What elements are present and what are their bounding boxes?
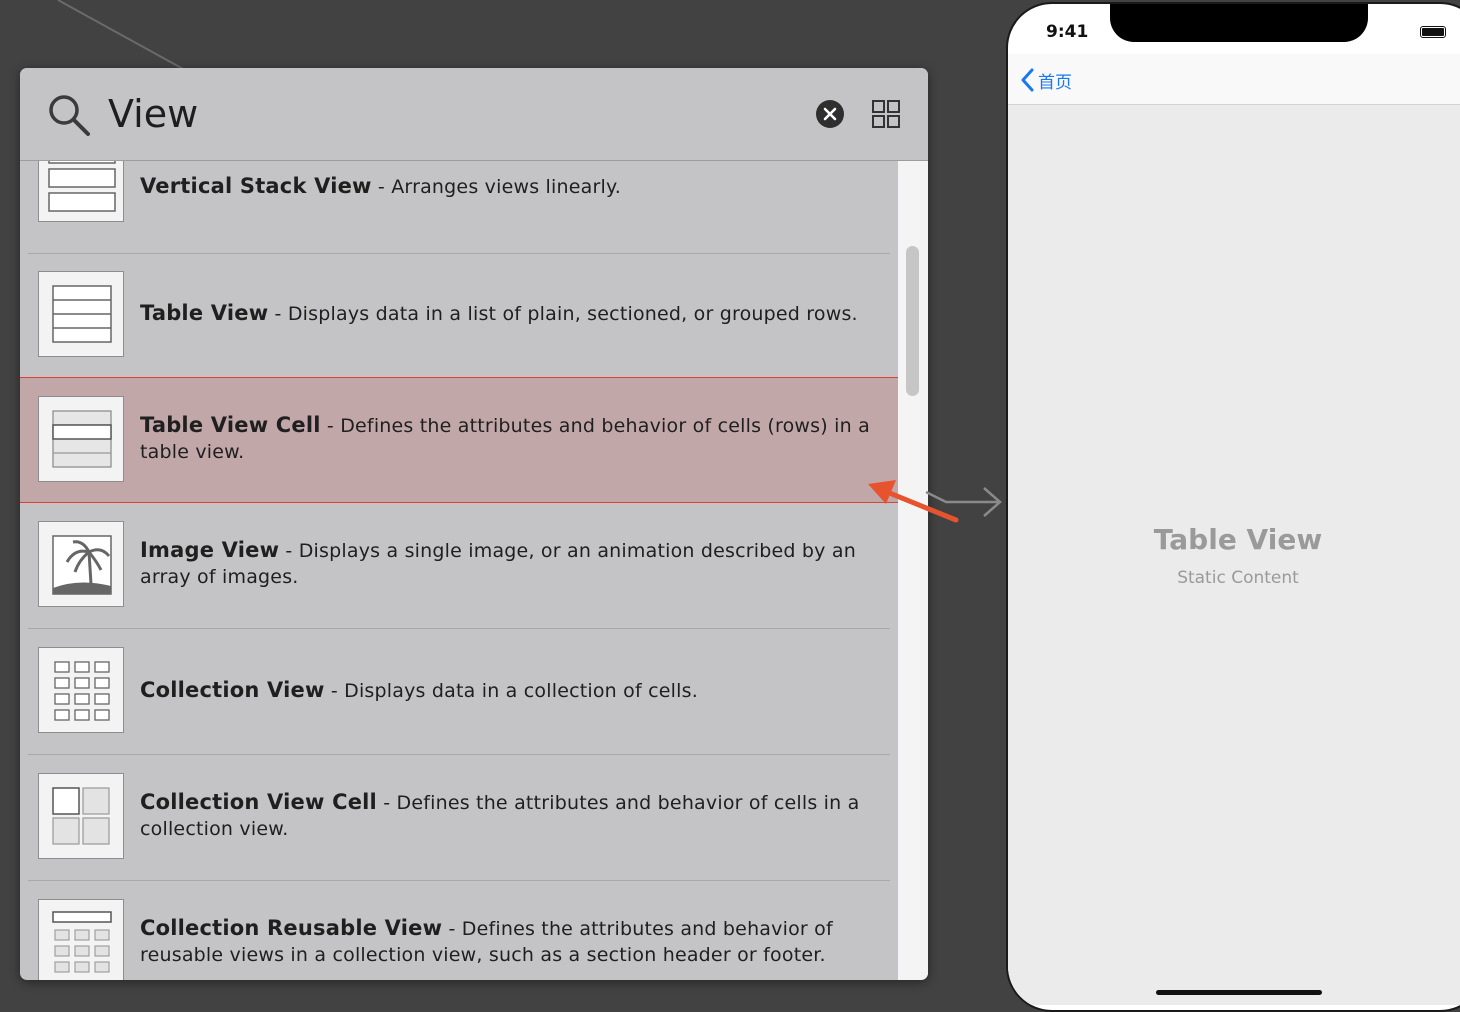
annotation-arrow-icon xyxy=(868,480,959,523)
table-view-title: Table View xyxy=(1153,523,1323,556)
list-item[interactable]: Collection View - Displays data in a col… xyxy=(20,629,898,755)
list-item[interactable]: Collection Reusable View - Defines the a… xyxy=(20,881,898,980)
list-item-text: Collection View - Displays data in a col… xyxy=(140,678,698,702)
list-item[interactable]: Image View - Displays a single image, or… xyxy=(20,503,898,629)
list-item-text: Image View - Displays a single image, or… xyxy=(140,538,856,588)
collection-view-icon xyxy=(38,647,124,733)
collection-view-cell-icon xyxy=(38,773,124,859)
search-icon xyxy=(49,95,90,136)
list-item[interactable]: Vertical Stack View - Arranges views lin… xyxy=(20,161,898,254)
library-search-bar: View xyxy=(20,68,928,161)
close-icon xyxy=(823,107,837,121)
table-view-cell-icon xyxy=(38,396,124,482)
clear-search-button[interactable] xyxy=(816,100,844,128)
list-item[interactable]: Table View - Displays data in a list of … xyxy=(20,254,898,380)
table-view-subtitle: Static Content xyxy=(1177,568,1299,588)
list-item-selected[interactable]: Table View Cell - Defines the attributes… xyxy=(20,377,898,503)
list-item-text: Table View - Displays data in a list of … xyxy=(140,301,858,325)
vertical-stack-icon xyxy=(38,161,124,222)
scrollbar-thumb[interactable] xyxy=(906,246,919,396)
home-indicator xyxy=(1156,990,1322,995)
search-input[interactable]: View xyxy=(108,86,708,142)
collection-reusable-view-icon xyxy=(38,899,124,980)
list-item-text: Vertical Stack View - Arranges views lin… xyxy=(140,174,621,198)
chevron-left-icon xyxy=(1021,68,1034,92)
iphone-scene-preview: 9:41 首页 Table View Static Content xyxy=(1006,2,1460,1012)
list-item-text: Collection View Cell - Defines the attri… xyxy=(140,790,860,840)
table-view-icon xyxy=(38,271,124,357)
image-view-icon xyxy=(38,521,124,607)
battery-icon xyxy=(1420,26,1446,38)
library-results-list: Vertical Stack View - Arranges views lin… xyxy=(20,161,898,980)
object-library-panel: View Vertical Stack View - Arranges view… xyxy=(20,68,928,980)
list-item[interactable]: Collection View Cell - Defines the attri… xyxy=(20,755,898,881)
back-button[interactable]: 首页 xyxy=(1020,66,1072,94)
library-scrollbar[interactable] xyxy=(898,161,928,980)
grid-view-toggle-button[interactable] xyxy=(872,100,900,128)
list-item-text: Table View Cell - Defines the attributes… xyxy=(140,413,870,463)
list-item-text: Collection Reusable View - Defines the a… xyxy=(140,916,833,966)
table-view-placeholder[interactable]: Table View Static Content xyxy=(1008,105,1460,1005)
device-notch xyxy=(1110,4,1368,42)
back-button-label: 首页 xyxy=(1038,72,1072,93)
status-bar-time: 9:41 xyxy=(1046,22,1089,42)
grid-icon xyxy=(872,100,900,128)
navigation-bar: 首页 xyxy=(1008,54,1460,105)
